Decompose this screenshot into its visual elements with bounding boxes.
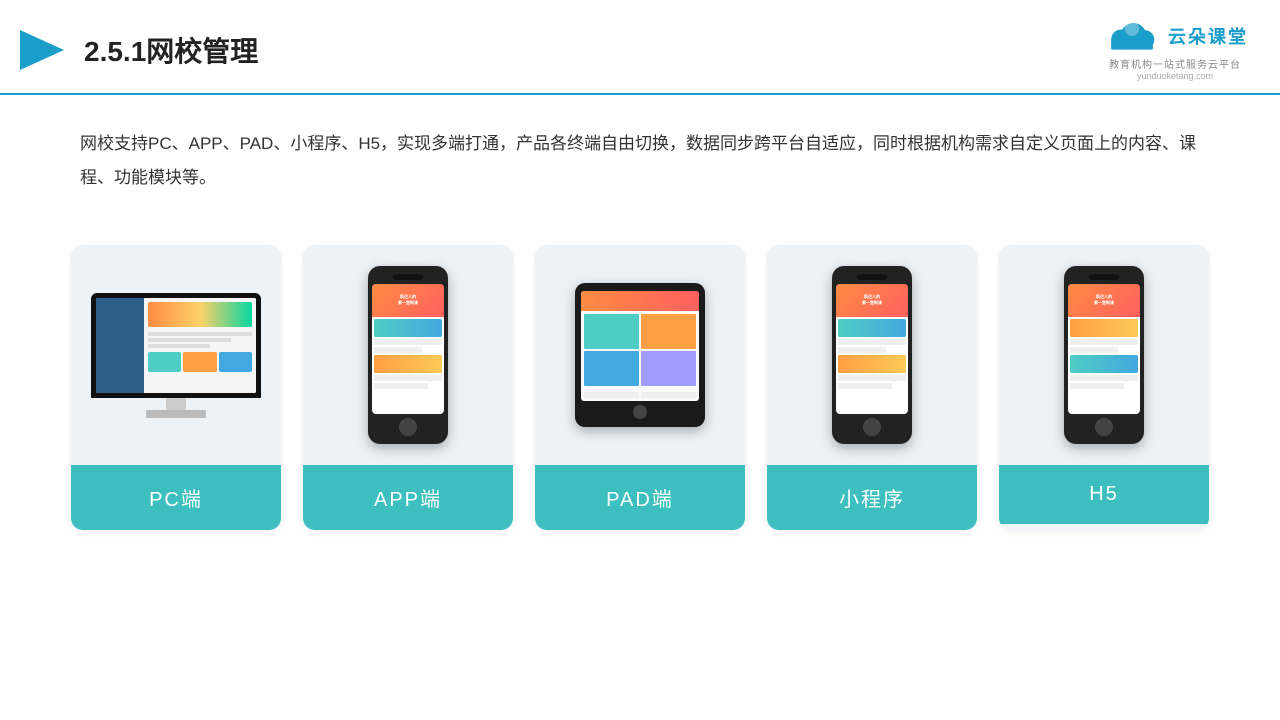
page-title: 2.5.1网校管理 [84, 30, 258, 70]
header: 2.5.1网校管理 云朵课堂 教育机构一站式服务云平台 yunduoketang… [0, 0, 1280, 95]
logo-tagline: 教育机构一站式服务云平台 [1109, 56, 1241, 71]
description-text: 网校支持PC、APP、PAD、小程序、H5，实现多端打通，产品各终端自由切换，数… [0, 95, 1280, 215]
h5-phone-mockup: 职达人的第一堂网课 [1064, 266, 1144, 444]
pad-tablet-mockup [575, 283, 705, 427]
h5-image-area: 职达人的第一堂网课 [999, 245, 1209, 465]
card-h5: 职达人的第一堂网课 H5 [999, 245, 1209, 530]
pc-image-area [71, 245, 281, 465]
pad-image-area [535, 245, 745, 465]
app-image-area: 职达人的第一堂网课 [303, 245, 513, 465]
card-app-label: APP端 [303, 465, 513, 530]
cloud-icon [1102, 18, 1162, 54]
card-pc: PC端 [71, 245, 281, 530]
logo-cloud: 云朵课堂 [1102, 18, 1248, 54]
logo-url: yunduoketang.com [1137, 71, 1213, 81]
card-app: 职达人的第一堂网课 APP端 [303, 245, 513, 530]
logo-area: 云朵课堂 教育机构一站式服务云平台 yunduoketang.com [1102, 18, 1248, 81]
card-pad-label: PAD端 [535, 465, 745, 530]
pc-mockup [91, 293, 261, 418]
cards-container: PC端 职达人的第一堂网课 [0, 215, 1280, 550]
card-miniprogram-label: 小程序 [767, 465, 977, 530]
logo-text: 云朵课堂 [1168, 23, 1248, 49]
card-miniprogram: 职达人的第一堂网课 小程序 [767, 245, 977, 530]
card-pad: PAD端 [535, 245, 745, 530]
card-pc-label: PC端 [71, 465, 281, 530]
miniprogram-phone-mockup: 职达人的第一堂网课 [832, 266, 912, 444]
miniprogram-image-area: 职达人的第一堂网课 [767, 245, 977, 465]
card-h5-label: H5 [999, 465, 1209, 524]
app-phone-mockup: 职达人的第一堂网课 [368, 266, 448, 444]
header-left: 2.5.1网校管理 [20, 26, 258, 74]
description-content: 网校支持PC、APP、PAD、小程序、H5，实现多端打通，产品各终端自由切换，数… [80, 134, 1196, 187]
play-icon [20, 26, 68, 74]
